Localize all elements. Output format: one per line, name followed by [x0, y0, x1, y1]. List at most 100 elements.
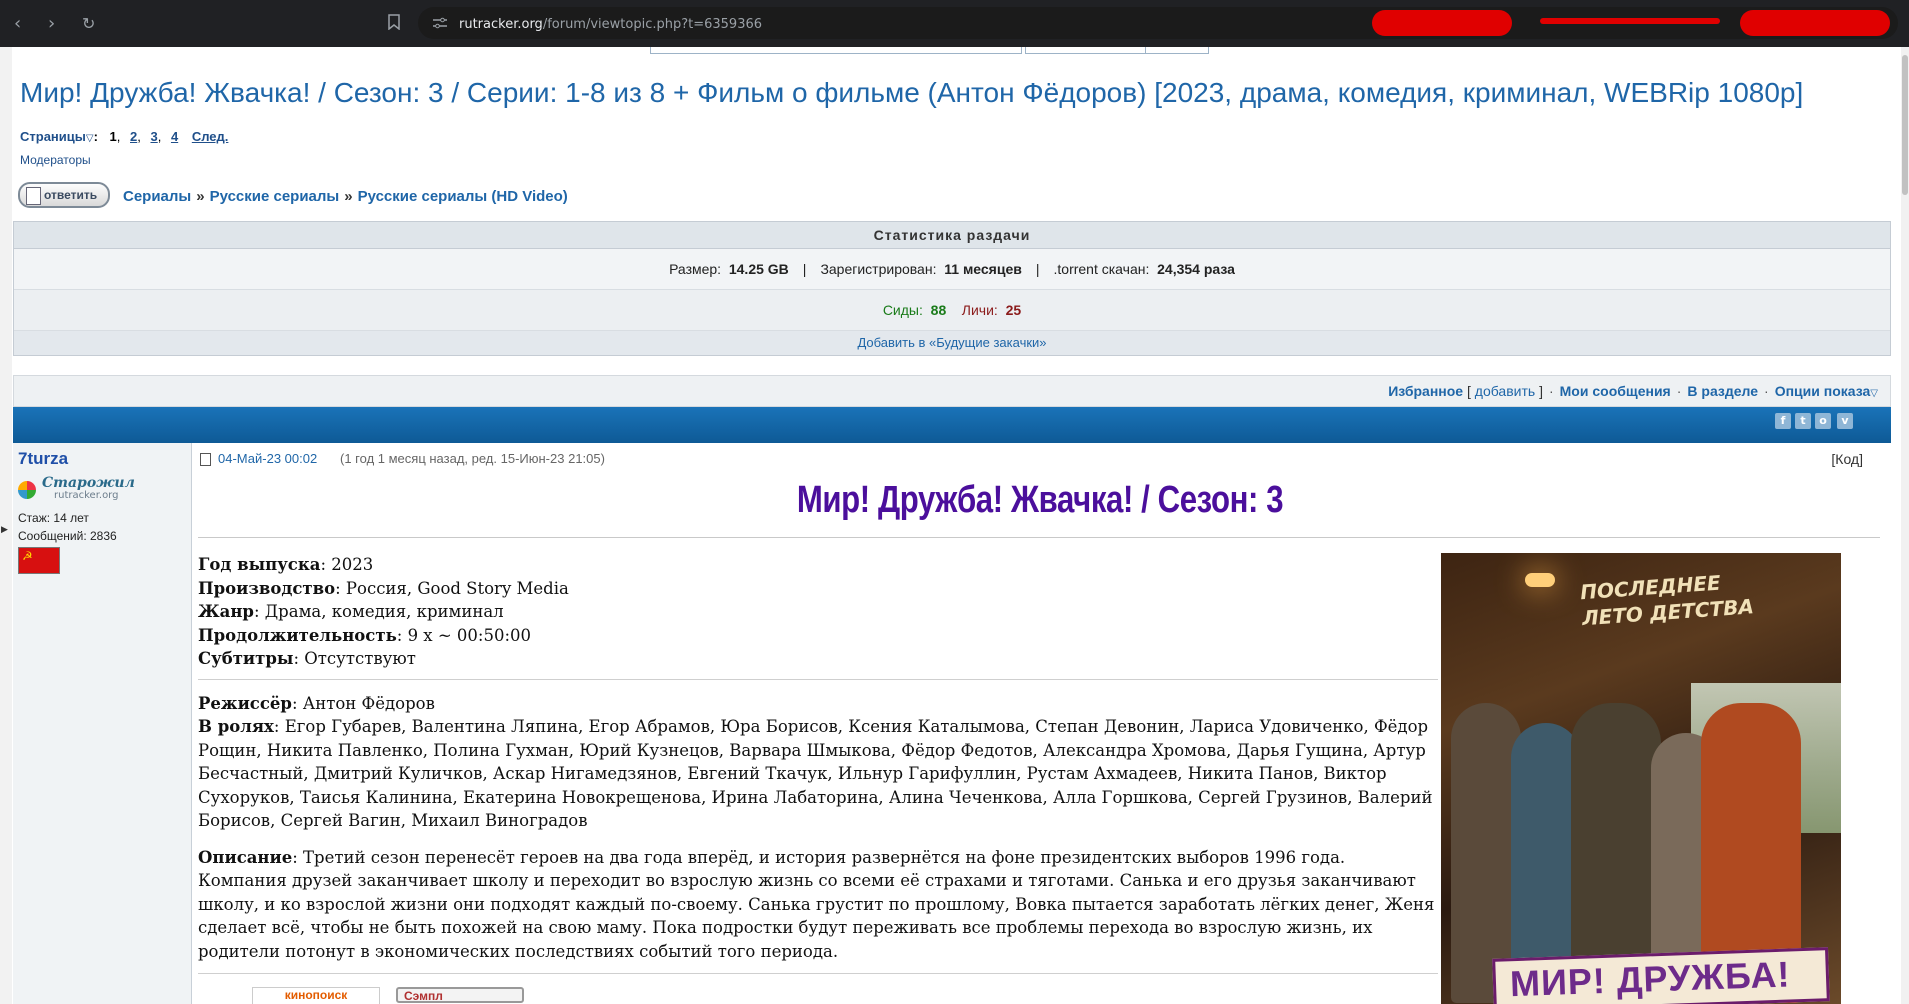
odnoklassniki-icon[interactable]: o: [1815, 413, 1831, 429]
post-icon: [200, 453, 211, 466]
hammer-sickle-icon: ☭: [22, 549, 33, 563]
vkontakte-icon[interactable]: v: [1837, 413, 1853, 429]
pages-dropdown-icon[interactable]: ▽: [86, 133, 94, 144]
rutracker-logo-icon: [18, 481, 36, 499]
page-link[interactable]: 4: [171, 129, 178, 144]
stats-peers-row: Сиды: 88 Личи: 25: [14, 290, 1890, 331]
sample-link[interactable]: Сэмпл: [396, 987, 524, 1003]
divider: [198, 537, 1880, 538]
display-options-link[interactable]: Опции показа: [1775, 383, 1871, 399]
page-current: 1: [109, 129, 117, 144]
breadcrumb-item[interactable]: Русские сериалы (HD Video): [358, 188, 568, 205]
production-value: : Россия, Good Story Media: [335, 578, 569, 598]
select-fragment: [1025, 47, 1147, 54]
subs-value: : Отсутствуют: [293, 649, 416, 668]
in-section-link[interactable]: В разделе: [1687, 383, 1758, 399]
director-label: Режиссёр: [198, 693, 292, 713]
rank-site: rutracker.org: [54, 490, 119, 501]
redaction-mark: [1740, 10, 1890, 36]
author-messages: Сообщений: 2836: [18, 529, 117, 543]
duration-label: Продолжительность: [198, 625, 397, 645]
size-value: 14.25 GB: [728, 261, 789, 277]
divider: [198, 973, 1438, 974]
author-rank: Старожил rutracker.org: [18, 475, 148, 501]
scrollbar[interactable]: [1901, 47, 1909, 1004]
pages-label[interactable]: Страницы: [20, 129, 86, 144]
divider: [198, 678, 1438, 680]
add-future-downloads-link[interactable]: Добавить в «Будущие закачки»: [14, 331, 1890, 355]
description-value: : Третий сезон перенесёт героев на два г…: [198, 847, 1435, 961]
post-heading: Мир! Дружба! Жвачка! / Сезон: 3: [796, 479, 1284, 521]
poster-tagline: ПОСЛЕДНЕЕ ЛЕТО ДЕТСТВА: [1579, 570, 1755, 631]
leechers-value: 25: [1005, 302, 1022, 318]
post-header-bar: f t o v: [13, 407, 1891, 443]
redaction-mark: [1540, 18, 1720, 24]
stats-size-row: Размер: 14.25 GB | Зарегистрирован: 11 мес…: [14, 249, 1890, 290]
post-author-panel: 7turza Старожил rutracker.org Стаж: 14 л…: [13, 443, 192, 1004]
poster-lamp: [1525, 573, 1555, 587]
post-date-link[interactable]: 04-Май-23 00:02: [218, 451, 317, 466]
browser-toolbar: ‹ › ↻ rutracker.org/forum/viewtopic.php?…: [0, 0, 1909, 47]
page-link[interactable]: 3: [150, 129, 157, 144]
reload-icon[interactable]: ↻: [82, 14, 95, 34]
expand-arrow-icon[interactable]: ▶: [1, 525, 8, 535]
moderators-link[interactable]: Модераторы: [20, 153, 91, 167]
torrent-stats-table: Статистика раздачи Размер: 14.25 GB | Заре…: [13, 221, 1891, 356]
breadcrumb-separator: »: [344, 188, 353, 205]
stats-separator: |: [802, 261, 807, 277]
url-text[interactable]: rutracker.org/forum/viewtopic.php?t=6359…: [459, 17, 762, 32]
leechers-label: Личи:: [961, 302, 998, 318]
favorites-link[interactable]: Избранное: [1388, 383, 1463, 399]
reply-button-label: ответить: [44, 188, 98, 202]
redaction-mark: [1372, 10, 1512, 36]
twitter-icon[interactable]: t: [1795, 413, 1811, 429]
poster-image[interactable]: ПОСЛЕДНЕЕ ЛЕТО ДЕТСТВА МИР! ДРУЖБА!: [1441, 553, 1841, 1004]
registered-label: Зарегистрирован:: [820, 261, 937, 277]
post-body: Год выпуска: 2023 Производство: Россия, …: [198, 553, 1438, 986]
site-info-icon[interactable]: [432, 16, 448, 30]
code-link[interactable]: [Код]: [1831, 451, 1863, 467]
breadcrumb-separator: »: [196, 188, 205, 205]
director-value: : Антон Фёдоров: [291, 693, 435, 713]
bookmark-icon[interactable]: [388, 14, 400, 30]
favorites-add-link[interactable]: добавить: [1475, 383, 1535, 399]
page-content: ▶ Мир! Дружба! Жвачка! / Сезон: 3 / Сери…: [0, 47, 1909, 1004]
reply-button[interactable]: ответить: [18, 182, 110, 208]
page-next-link[interactable]: След.: [192, 129, 229, 144]
favorites-bar: Избранное [ добавить ] · Мои сообщения · В р…: [13, 375, 1891, 407]
genre-label: Жанр: [198, 602, 254, 621]
stats-header: Статистика раздачи: [14, 222, 1890, 249]
year-label: Год выпуска: [198, 555, 321, 574]
post-meta: 04-Май-23 00:02 (1 год 1 месяц назад, ре…: [200, 443, 1891, 473]
downloaded-value: 24,354 раза: [1157, 261, 1235, 277]
breadcrumb-item[interactable]: Сериалы: [123, 188, 191, 205]
author-name[interactable]: 7turza: [18, 449, 68, 469]
size-label: Размер:: [669, 261, 722, 277]
production-label: Производство: [198, 578, 336, 598]
scrollbar-thumb[interactable]: [1902, 55, 1908, 195]
cast-label: В ролях: [198, 717, 274, 736]
subs-label: Субтитры: [198, 649, 294, 668]
seeders-label: Сиды:: [882, 302, 923, 318]
duration-value: : 9 x ~ 00:50:00: [396, 625, 532, 645]
registered-value: 11 месяцев: [944, 261, 1022, 277]
stats-separator: |: [1035, 261, 1040, 277]
arrow-left-icon[interactable]: ‹: [14, 14, 21, 34]
year-value: : 2023: [320, 555, 374, 574]
url-path: /forum/viewtopic.php?t=6359366: [542, 17, 763, 32]
button-fragment: [1145, 47, 1209, 54]
breadcrumb-item[interactable]: Русские сериалы: [210, 188, 340, 205]
url-domain: rutracker.org: [459, 17, 543, 32]
facebook-icon[interactable]: f: [1775, 413, 1791, 429]
my-messages-link[interactable]: Мои сообщения: [1560, 383, 1671, 399]
seeders-value: 88: [930, 302, 947, 318]
arrow-right-icon[interactable]: ›: [48, 14, 55, 34]
topic-title[interactable]: Мир! Дружба! Жвачка! / Сезон: 3 / Серии:…: [20, 77, 1803, 109]
page-link[interactable]: 2: [130, 129, 137, 144]
pagination: Страницы▽: 1, 2, 3, 4 След.: [20, 129, 229, 144]
author-stazh: Стаж: 14 лет: [18, 511, 89, 525]
chevron-down-icon[interactable]: ▽: [1870, 388, 1878, 399]
kinopoisk-link[interactable]: кинопоиск: [252, 987, 380, 1004]
genre-value: : Драма, комедия, криминал: [253, 602, 504, 621]
